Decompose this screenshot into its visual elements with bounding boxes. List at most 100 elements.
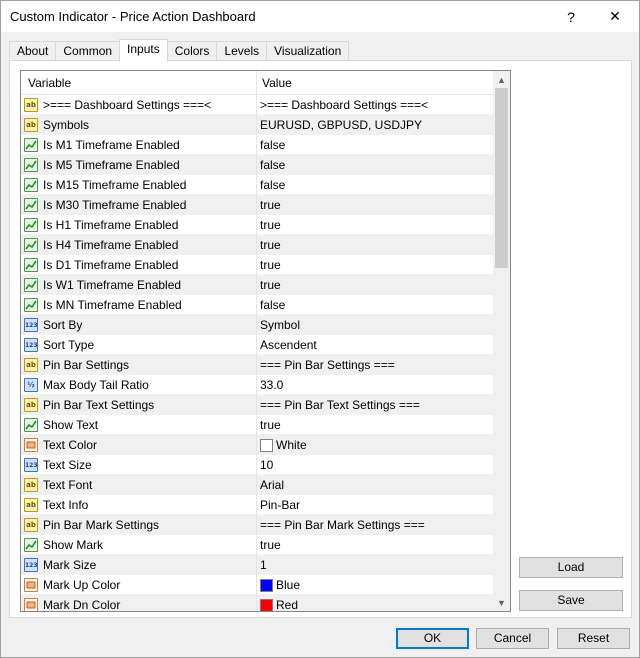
table-row[interactable]: 123 Text Size 10 [21,455,493,475]
title-bar[interactable]: Custom Indicator - Price Action Dashboar… [1,1,639,32]
table-row[interactable]: Is W1 Timeframe Enabled true [21,275,493,295]
table-row[interactable]: Is D1 Timeframe Enabled true [21,255,493,275]
value-text: true [260,197,281,212]
value-cell[interactable]: Pin-Bar [257,495,493,515]
tab-levels[interactable]: Levels [216,41,268,62]
tab-about[interactable]: About [9,41,57,62]
table-row[interactable]: 123 Sort Type Ascendent [21,335,493,355]
table-row[interactable]: ½ Max Body Tail Ratio 33.0 [21,375,493,395]
value-cell[interactable]: 10 [257,455,493,475]
value-cell[interactable]: Arial [257,475,493,495]
bool-icon [24,158,38,172]
variable-cell: ab Pin Bar Settings [21,355,257,375]
value-cell[interactable]: true [257,235,493,255]
value-cell[interactable]: Ascendent [257,335,493,355]
table-row[interactable]: Is M1 Timeframe Enabled false [21,135,493,155]
variable-name: Is M1 Timeframe Enabled [43,137,180,152]
value-cell[interactable]: true [257,255,493,275]
column-header-value[interactable]: Value [257,71,493,95]
table-row[interactable]: Is H4 Timeframe Enabled true [21,235,493,255]
ok-button[interactable]: OK [396,628,469,649]
tab-inputs[interactable]: Inputs [119,39,168,62]
value-text: true [260,257,281,272]
table-row[interactable]: Is M30 Timeframe Enabled true [21,195,493,215]
value-cell[interactable]: === Pin Bar Settings === [257,355,493,375]
bool-icon [24,298,38,312]
table-row[interactable]: ab Text Font Arial [21,475,493,495]
table-row[interactable]: 123 Sort By Symbol [21,315,493,335]
table-row[interactable]: Show Mark true [21,535,493,555]
variable-name: Is M5 Timeframe Enabled [43,157,180,172]
value-cell[interactable]: true [257,195,493,215]
table-row[interactable]: ab Pin Bar Text Settings === Pin Bar Text… [21,395,493,415]
variable-cell: ab Text Font [21,475,257,495]
variable-cell: 123 Sort By [21,315,257,335]
variable-cell: 123 Mark Size [21,555,257,575]
bool-icon [24,238,38,252]
table-row[interactable]: Is M15 Timeframe Enabled false [21,175,493,195]
value-cell[interactable]: White [257,435,493,455]
scrollbar-thumb[interactable] [495,88,508,268]
cancel-button[interactable]: Cancel [476,628,549,649]
value-cell[interactable]: 33.0 [257,375,493,395]
variable-cell: ab Symbols [21,115,257,135]
table-row[interactable]: Is M5 Timeframe Enabled false [21,155,493,175]
table-row[interactable]: ab Pin Bar Settings === Pin Bar Settings … [21,355,493,375]
variable-name: Sort By [43,317,83,332]
bool-icon [24,278,38,292]
table-row[interactable]: ab Symbols EURUSD, GBPUSD, USDJPY [21,115,493,135]
vertical-scrollbar[interactable]: ▲ ▼ [493,71,510,611]
color-icon [24,438,38,452]
variable-name: Is D1 Timeframe Enabled [43,257,179,272]
value-cell[interactable]: Red [257,595,493,612]
variable-name: Pin Bar Mark Settings [43,517,160,532]
variable-cell: ab >=== Dashboard Settings ===< [21,95,257,115]
table-row[interactable]: ab Pin Bar Mark Settings === Pin Bar Mark… [21,515,493,535]
reset-button[interactable]: Reset [557,628,630,649]
variable-cell: ½ Max Body Tail Ratio [21,375,257,395]
value-text: false [260,297,286,312]
close-button[interactable]: ✕ [598,3,632,30]
tab-common[interactable]: Common [55,41,121,62]
string-icon: ab [24,358,38,372]
value-cell[interactable]: 1 [257,555,493,575]
value-cell[interactable]: === Pin Bar Text Settings === [257,395,493,415]
table-row[interactable]: Is MN Timeframe Enabled false [21,295,493,315]
string-icon: ab [24,98,38,112]
value-cell[interactable]: false [257,135,493,155]
value-cell[interactable]: true [257,415,493,435]
value-cell[interactable]: false [257,155,493,175]
value-text: Red [276,597,299,612]
value-cell[interactable]: true [257,535,493,555]
value-cell[interactable]: Blue [257,575,493,595]
variable-name: Mark Size [43,557,97,572]
scroll-up-icon[interactable]: ▲ [493,71,510,88]
scroll-down-icon[interactable]: ▼ [493,594,510,611]
table-row[interactable]: Show Text true [21,415,493,435]
value-text: false [260,177,286,192]
value-cell[interactable]: Symbol [257,315,493,335]
help-button[interactable]: ? [554,3,588,30]
value-cell[interactable]: false [257,295,493,315]
value-cell[interactable]: true [257,275,493,295]
value-cell[interactable]: === Pin Bar Mark Settings === [257,515,493,535]
table-row[interactable]: ab Text Info Pin-Bar [21,495,493,515]
enum-icon: 123 [24,458,38,472]
load-button[interactable]: Load [519,557,623,578]
tab-visualization[interactable]: Visualization [266,41,350,62]
table-row[interactable]: Mark Up Color Blue [21,575,493,595]
save-button[interactable]: Save [519,590,623,611]
enum-icon: 123 [24,338,38,352]
table-row[interactable]: Is H1 Timeframe Enabled true [21,215,493,235]
table-row[interactable]: Mark Dn Color Red [21,595,493,612]
tab-colors[interactable]: Colors [166,41,218,62]
variable-name: Is M30 Timeframe Enabled [43,197,187,212]
column-header-variable[interactable]: Variable [21,71,257,95]
value-cell[interactable]: true [257,215,493,235]
value-cell[interactable]: >=== Dashboard Settings ===< [257,95,493,115]
value-cell[interactable]: false [257,175,493,195]
table-row[interactable]: 123 Mark Size 1 [21,555,493,575]
table-row[interactable]: Text Color White [21,435,493,455]
table-row[interactable]: ab >=== Dashboard Settings ===< >=== Dashb… [21,95,493,115]
value-cell[interactable]: EURUSD, GBPUSD, USDJPY [257,115,493,135]
